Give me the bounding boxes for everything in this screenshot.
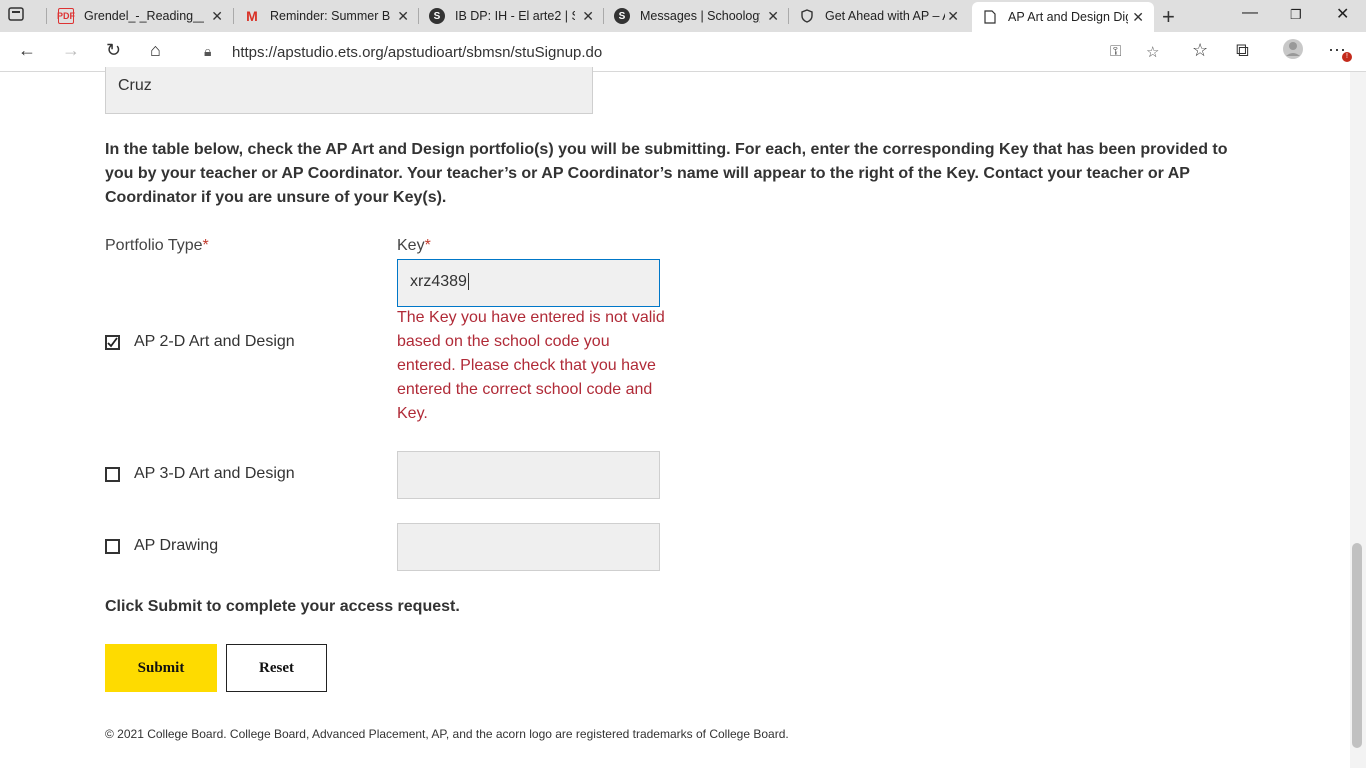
- key-input-ap-2d[interactable]: xrz4389: [397, 259, 660, 307]
- tab-title: IB DP: IH - El arte2 | Sc: [455, 9, 575, 23]
- minimize-icon[interactable]: —: [1242, 4, 1258, 22]
- checkbox-ap-drawing[interactable]: [105, 539, 120, 554]
- checkbox-ap-3d[interactable]: [105, 467, 120, 482]
- notification-badge-icon: !: [1342, 52, 1352, 62]
- tab-messages[interactable]: S Messages | Schoology ✕: [604, 0, 789, 32]
- collections-icon[interactable]: ⧉: [1236, 40, 1249, 61]
- close-tab-icon[interactable]: ✕: [397, 8, 409, 25]
- portfolio-type-label: Portfolio Type*: [105, 237, 209, 255]
- browser-tab-bar: PDF Grendel_-_Reading__A ✕ M Reminder: S…: [0, 0, 1366, 32]
- portfolio-label-ap-3d: AP 3-D Art and Design: [134, 465, 295, 482]
- restore-icon[interactable]: ❐: [1290, 7, 1302, 23]
- reset-button[interactable]: Reset: [226, 644, 327, 692]
- page-content: Cruz In the table below, check the AP Ar…: [0, 67, 1350, 768]
- page-icon: [982, 9, 998, 25]
- tab-gmail[interactable]: M Reminder: Summer Bri ✕: [234, 0, 419, 32]
- add-favorite-icon[interactable]: ☆: [1146, 43, 1159, 61]
- tab-title: AP Art and Design Dig: [1008, 10, 1128, 24]
- checkmark-icon: [107, 337, 118, 348]
- shield-icon: [799, 8, 815, 24]
- address-bar[interactable]: 🔒︎ https://apstudio.ets.org/apstudioart/…: [188, 36, 1178, 68]
- instructions-text: In the table below, check the AP Art and…: [105, 141, 1228, 206]
- schoology-icon: S: [614, 8, 630, 24]
- close-tab-icon[interactable]: ✕: [582, 8, 594, 25]
- tab-actions-icon[interactable]: [8, 6, 28, 26]
- close-tab-icon[interactable]: ✕: [211, 8, 223, 25]
- schoology-icon: S: [429, 8, 445, 24]
- tab-separator: [46, 8, 47, 24]
- gmail-icon: M: [246, 8, 258, 24]
- tab-get-ahead[interactable]: Get Ahead with AP – A ✕: [789, 0, 969, 32]
- close-tab-icon[interactable]: ✕: [767, 8, 779, 25]
- tab-title: Grendel_-_Reading__A: [84, 9, 204, 23]
- home-icon[interactable]: ⌂: [150, 40, 161, 61]
- submit-button[interactable]: Submit: [105, 644, 217, 692]
- tab-grendel[interactable]: PDF Grendel_-_Reading__A ✕: [48, 0, 233, 32]
- forward-arrow-icon[interactable]: →: [62, 40, 80, 61]
- lock-icon: 🔒︎: [204, 43, 212, 59]
- portfolio-label-ap-2d: AP 2-D Art and Design: [134, 333, 295, 350]
- footer-copyright: © 2021 College Board. College Board, Adv…: [105, 727, 789, 741]
- required-mark: *: [202, 237, 209, 254]
- url-text: https://apstudio.ets.org/apstudioart/sbm…: [232, 43, 603, 61]
- key-error-message: The Key you have entered is not valid ba…: [397, 309, 665, 422]
- last-name-value: Cruz: [118, 77, 152, 94]
- tab-ib-dp[interactable]: S IB DP: IH - El arte2 | Sc ✕: [419, 0, 604, 32]
- profile-avatar-icon[interactable]: [1282, 38, 1304, 65]
- tab-title: Messages | Schoology: [640, 9, 760, 23]
- new-tab-icon[interactable]: +: [1162, 4, 1175, 30]
- checkbox-ap-2d[interactable]: [105, 335, 120, 350]
- portfolio-type-text: Portfolio Type: [105, 237, 203, 254]
- back-arrow-icon[interactable]: ←: [18, 40, 36, 61]
- last-name-field[interactable]: Cruz: [105, 67, 593, 114]
- submit-note: Click Submit to complete your access req…: [105, 598, 460, 615]
- refresh-icon[interactable]: ↻: [106, 40, 121, 61]
- close-tab-icon[interactable]: ✕: [947, 8, 959, 25]
- tab-ap-art-active[interactable]: AP Art and Design Dig ✕: [972, 2, 1154, 32]
- required-mark: *: [424, 237, 431, 254]
- pdf-icon: PDF: [57, 8, 75, 24]
- window-close-icon[interactable]: ✕: [1336, 4, 1349, 24]
- key-input-ap-drawing[interactable]: [397, 523, 660, 571]
- key-input-value: xrz4389: [410, 273, 467, 290]
- key-input-ap-3d[interactable]: [397, 451, 660, 499]
- tab-title: Reminder: Summer Bri: [270, 9, 390, 23]
- close-tab-icon[interactable]: ✕: [1132, 9, 1144, 26]
- key-icon[interactable]: ⚿: [1110, 43, 1121, 60]
- key-label-text: Key: [397, 237, 425, 254]
- scrollbar-thumb[interactable]: [1352, 543, 1362, 748]
- favorites-icon[interactable]: ☆: [1192, 40, 1208, 61]
- key-label: Key*: [397, 237, 431, 255]
- portfolio-label-ap-drawing: AP Drawing: [134, 537, 219, 554]
- text-cursor: [467, 273, 469, 290]
- tab-title: Get Ahead with AP – A: [825, 9, 945, 23]
- browser-toolbar: ← → ↻ ⌂ 🔒︎ https://apstudio.ets.org/apst…: [0, 32, 1366, 72]
